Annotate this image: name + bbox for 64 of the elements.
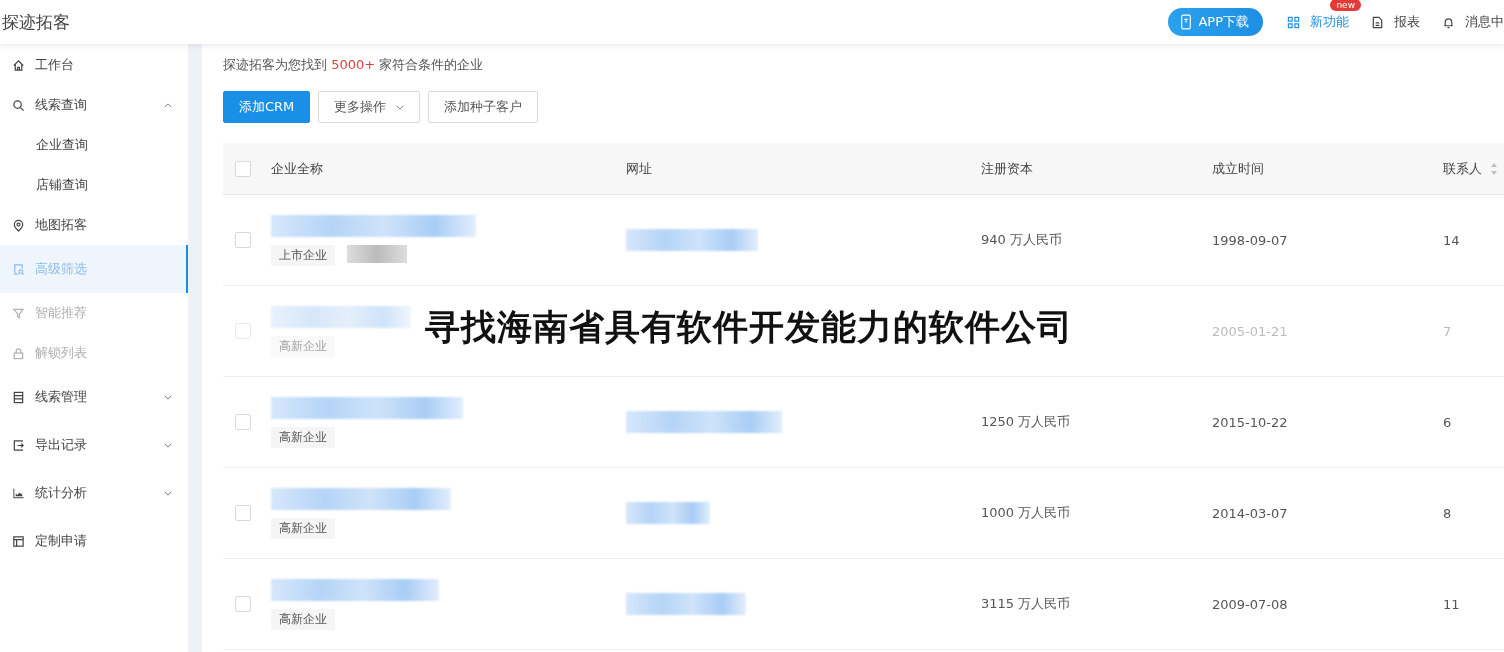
sidebar-item[interactable]: 工作台	[0, 45, 188, 85]
export-icon	[12, 438, 25, 452]
row-checkbox[interactable]	[235, 505, 251, 521]
company-tag: 高新企业	[271, 608, 335, 630]
sidebar-subitem[interactable]: 企业查询	[0, 125, 188, 165]
table-cell: 1000 万人民币	[981, 504, 1071, 522]
table-cell: 2015-10-22	[1212, 414, 1288, 430]
select-all-checkbox[interactable]	[235, 160, 251, 177]
funnel-icon	[12, 306, 25, 320]
company-tag: 高新企业	[271, 426, 335, 448]
home-icon	[12, 58, 25, 72]
table-cell: 8	[1443, 505, 1452, 521]
column-header[interactable]: 成立时间	[1212, 159, 1264, 178]
nav-link[interactable]: 新功能	[1310, 13, 1349, 31]
column-header[interactable]: 联系人	[1443, 159, 1482, 178]
bell-icon	[1442, 15, 1455, 29]
overlay-caption: 寻找海南省具有软件开发能力的软件公司	[425, 306, 1073, 349]
table-cell: 7	[1443, 323, 1452, 339]
column-header[interactable]: 网址	[626, 159, 652, 178]
table-cell: 11	[1443, 596, 1460, 612]
row-checkbox[interactable]	[235, 232, 251, 248]
bar-chart-icon	[12, 486, 25, 500]
result-summary: 探迹拓客为您找到 5000+ 家符合条件的企业	[223, 56, 485, 74]
sort-icon[interactable]	[1490, 161, 1498, 176]
document-icon	[1371, 15, 1384, 29]
lock-icon	[12, 346, 25, 360]
list-icon	[12, 390, 25, 404]
sidebar-item[interactable]: 线索管理	[0, 373, 188, 421]
sidebar-item[interactable]: 地图拓客	[0, 205, 188, 245]
table-cell: 1998-09-07	[1212, 232, 1288, 248]
blurred-tag	[347, 244, 407, 263]
caret-icon	[396, 104, 405, 110]
search-icon	[12, 98, 25, 112]
company-tag: 高新企业	[271, 517, 335, 539]
nav-link[interactable]: 消息中	[1465, 13, 1504, 31]
row-checkbox[interactable]	[235, 596, 251, 612]
document-search-icon	[12, 262, 25, 276]
grid-icon	[1287, 15, 1300, 29]
more-actions-dropdown[interactable]: 更多操作	[318, 91, 421, 123]
app-title: 探迹拓客	[1, 10, 70, 34]
company-tag: 高新企业	[271, 335, 335, 357]
table-cell: 2009-07-08	[1212, 596, 1288, 612]
sidebar-item[interactable]: 统计分析	[0, 469, 188, 517]
table-cell: 3115 万人民币	[981, 595, 1071, 613]
layout-icon	[12, 534, 25, 548]
sidebar-subitem[interactable]: 店铺查询	[0, 165, 188, 205]
nav-link[interactable]: 报表	[1394, 13, 1420, 31]
table-cell: 940 万人民币	[981, 231, 1062, 249]
sidebar-item[interactable]: 线索查询	[0, 85, 188, 125]
location-pin-icon	[12, 218, 25, 232]
table-cell: 14	[1443, 232, 1460, 248]
table-cell: 2005-01-21	[1212, 323, 1288, 339]
column-header[interactable]: 注册资本	[981, 159, 1033, 178]
company-tag: 上市企业	[271, 244, 335, 266]
table-cell: 6	[1443, 414, 1452, 430]
table-cell: 1250 万人民币	[981, 413, 1071, 431]
table-cell: 2014-03-07	[1212, 505, 1288, 521]
sidebar-item[interactable]: 导出记录	[0, 421, 188, 469]
action-button[interactable]: 添加种子客户	[428, 91, 539, 123]
column-header[interactable]: 企业全称	[271, 159, 323, 178]
row-checkbox[interactable]	[235, 414, 251, 430]
sidebar-item[interactable]: 定制申请	[0, 517, 188, 565]
new-badge: new	[1330, 0, 1361, 11]
phone-icon	[1180, 14, 1193, 30]
